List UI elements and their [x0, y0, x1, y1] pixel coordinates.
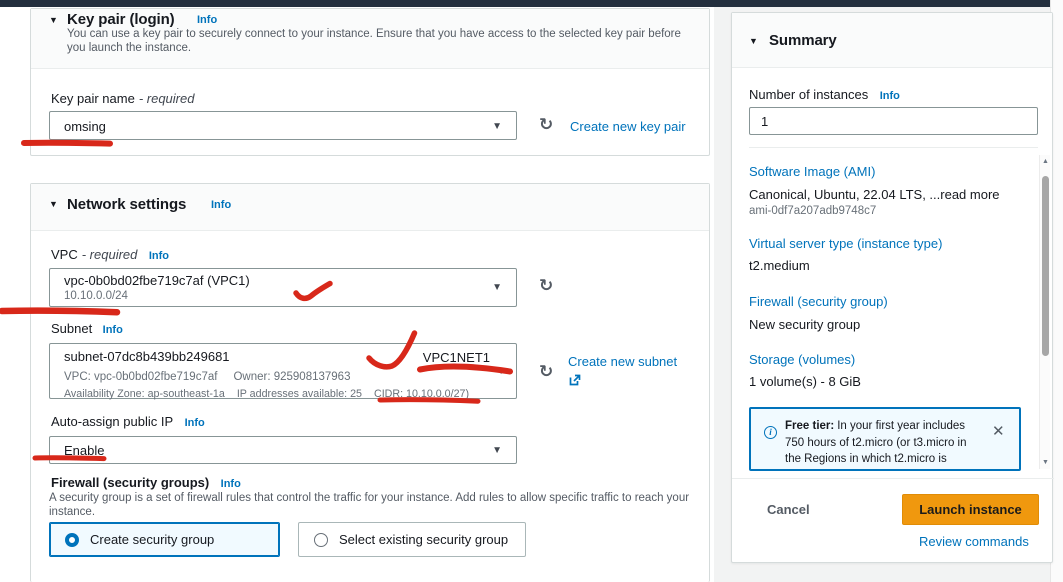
summary-ami-link[interactable]: Software Image (AMI) — [749, 164, 875, 179]
key-pair-select[interactable]: omsing ▼ — [49, 111, 517, 140]
scroll-up-icon[interactable]: ▲ — [1041, 158, 1050, 165]
auto-assign-ip-select[interactable]: Enable ▼ — [49, 436, 517, 464]
summary-header[interactable]: ▼ Summary — [732, 13, 1052, 68]
info-icon: i — [764, 426, 777, 439]
radio-selected-icon[interactable] — [65, 533, 79, 547]
create-security-group-label: Create security group — [90, 532, 214, 547]
summary-storage-value: 1 volume(s) - 8 GiB — [749, 374, 861, 389]
subnet-name: VPC1NET1 — [423, 350, 490, 365]
subnet-vpc: VPC: vpc-0b0bd02fbe719c7af — [64, 371, 217, 383]
subnet-id: subnet-07dc8b439bb249681 — [64, 349, 230, 364]
chevron-down-icon: ▼ — [492, 445, 502, 456]
vpc-info-link[interactable]: Info — [149, 250, 169, 262]
summary-scrollbar[interactable]: ▲ ▼ — [1039, 155, 1050, 469]
firewall-label: Firewall (security groups) Info — [51, 474, 241, 492]
summary-ami-value-row: Canonical, Ubuntu, 22.04 LTS, ...read mo… — [749, 186, 1000, 204]
summary-title: Summary — [769, 32, 837, 49]
subnet-select[interactable]: subnet-07dc8b439bb249681 VPC1NET1 VPC: v… — [49, 343, 517, 399]
auto-assign-info-link[interactable]: Info — [185, 417, 205, 429]
external-link-icon[interactable] — [568, 373, 582, 392]
summary-instance-type-link[interactable]: Virtual server type (instance type) — [749, 236, 942, 251]
key-pair-selected-value: omsing — [64, 119, 106, 134]
subnet-owner: Owner: 925908137963 — [233, 371, 350, 383]
key-pair-name-label: Key pair name- required — [51, 90, 194, 108]
create-new-key-pair-link[interactable]: Create new key pair — [570, 119, 686, 134]
top-navigation-bar — [0, 0, 1050, 7]
vpc-selected-value: vpc-0b0bd02fbe719c7af (VPC1) — [64, 273, 250, 288]
summary-firewall-value: New security group — [749, 317, 860, 332]
create-security-group-option[interactable]: Create security group — [49, 522, 280, 557]
chevron-down-icon: ▼ — [492, 282, 502, 293]
summary-storage-link[interactable]: Storage (volumes) — [749, 352, 855, 367]
cancel-button[interactable]: Cancel — [767, 502, 810, 517]
launch-instance-button[interactable]: Launch instance — [902, 494, 1039, 525]
select-existing-security-group-option[interactable]: Select existing security group — [298, 522, 526, 557]
key-pair-description: You can use a key pair to securely conne… — [67, 28, 699, 55]
key-pair-info-link[interactable]: Info — [197, 14, 217, 26]
summary-ami-id: ami-0df7a207adb9748c7 — [749, 205, 876, 217]
summary-divider — [749, 147, 1038, 148]
refresh-subnet-icon[interactable]: ↻ — [539, 363, 553, 380]
refresh-vpc-icon[interactable]: ↻ — [539, 277, 553, 294]
footer-divider — [732, 478, 1054, 479]
summary-ami-value: Canonical, Ubuntu, 22.04 LTS, ... — [749, 187, 940, 202]
summary-panel: ▼ Summary Number of instances Info Softw… — [731, 12, 1053, 563]
number-of-instances-input[interactable] — [749, 107, 1038, 135]
key-pair-title: Key pair (login) — [67, 11, 175, 28]
close-icon[interactable]: ✕ — [992, 422, 1005, 440]
subnet-detail-line2: Availability Zone: ap-southeast-1a IP add… — [64, 384, 469, 402]
subnet-detail-line1: VPC: vpc-0b0bd02fbe719c7af Owner: 9259081… — [64, 367, 350, 385]
radio-unselected-icon[interactable] — [314, 533, 328, 547]
collapse-caret-icon[interactable]: ▼ — [49, 199, 58, 209]
key-pair-header[interactable]: ▼ Key pair (login) Info You can use a ke… — [31, 9, 709, 69]
free-tier-alert: i Free tier:In your first year includes … — [749, 407, 1021, 471]
scrollbar-thumb[interactable] — [1042, 176, 1049, 356]
free-tier-text: Free tier:In your first year includes 75… — [785, 418, 985, 468]
network-settings-info-link[interactable]: Info — [211, 199, 231, 211]
instances-info-link[interactable]: Info — [880, 90, 900, 102]
collapse-caret-icon[interactable]: ▼ — [49, 15, 58, 25]
launch-instance-page: ▼ Key pair (login) Info You can use a ke… — [0, 0, 1063, 582]
summary-instance-type-value: t2.medium — [749, 258, 810, 273]
refresh-key-pairs-icon[interactable]: ↻ — [539, 116, 553, 133]
collapse-caret-icon[interactable]: ▼ — [749, 36, 758, 46]
chevron-down-icon: ▼ — [496, 366, 506, 377]
create-new-subnet-link[interactable]: Create new subnet — [568, 354, 677, 369]
subnet-az: Availability Zone: ap-southeast-1a — [64, 388, 225, 400]
subnet-cidr: CIDR: 10.10.0.0/27) — [374, 388, 469, 400]
number-of-instances-label: Number of instances Info — [749, 86, 900, 104]
chevron-down-icon: ▼ — [492, 121, 502, 132]
key-pair-section: ▼ Key pair (login) Info You can use a ke… — [30, 8, 710, 156]
network-settings-header[interactable]: ▼ Network settings Info — [31, 184, 709, 231]
select-existing-security-group-label: Select existing security group — [339, 532, 508, 547]
subnet-ips: IP addresses available: 25 — [237, 388, 362, 400]
vpc-cidr: 10.10.0.0/24 — [64, 290, 128, 302]
auto-assign-selected-value: Enable — [64, 443, 104, 458]
subnet-info-link[interactable]: Info — [103, 324, 123, 336]
auto-assign-ip-label: Auto-assign public IP Info — [51, 413, 205, 431]
scroll-down-icon[interactable]: ▼ — [1041, 459, 1050, 466]
summary-firewall-link[interactable]: Firewall (security group) — [749, 294, 888, 309]
vpc-label: VPC- required Info — [51, 246, 169, 264]
subnet-label: Subnet Info — [51, 320, 123, 338]
review-commands-link[interactable]: Review commands — [919, 534, 1029, 549]
read-more-link[interactable]: read more — [940, 187, 999, 202]
firewall-description: A security group is a set of firewall ru… — [49, 491, 709, 519]
firewall-info-link[interactable]: Info — [221, 478, 241, 490]
network-settings-title: Network settings — [67, 196, 186, 213]
network-settings-section: ▼ Network settings Info VPC- required In… — [30, 183, 710, 582]
vpc-select[interactable]: vpc-0b0bd02fbe719c7af (VPC1) 10.10.0.0/2… — [49, 268, 517, 307]
